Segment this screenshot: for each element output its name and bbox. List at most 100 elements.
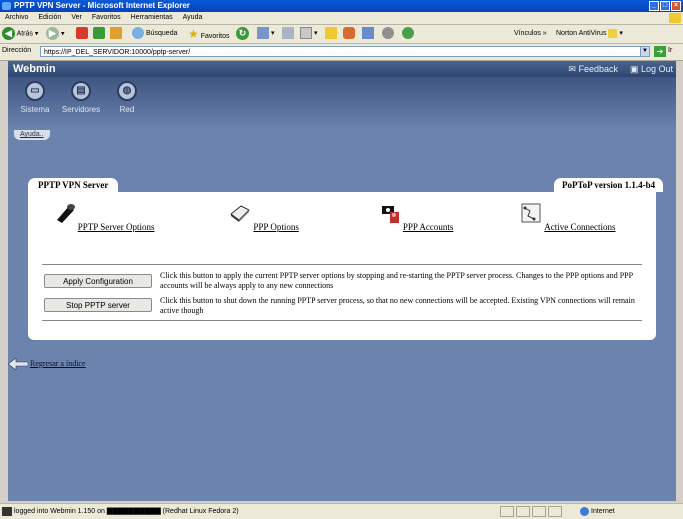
home-button[interactable] <box>110 27 122 41</box>
star-icon: ★ <box>188 27 199 41</box>
active-connections-icon <box>521 203 541 223</box>
favorites-label: Favoritos <box>200 33 230 40</box>
menu-archivo[interactable]: Archivo <box>0 12 33 24</box>
stop-button[interactable] <box>76 27 88 41</box>
media-icon <box>362 27 374 40</box>
ppp-options-link[interactable]: PPP Options <box>204 202 324 232</box>
back-label: Atrás <box>16 30 33 38</box>
window-title-bar: PPTP VPN Server - Microsoft Internet Exp… <box>0 0 683 12</box>
menu-edicion[interactable]: Edición <box>33 12 66 24</box>
active-connections-link[interactable]: Active Connections <box>508 202 628 232</box>
forward-arrow-icon: ▶ <box>46 27 59 40</box>
address-bar: Dirección https://IP_DEL_SERVIDOR:10000/… <box>0 44 683 61</box>
history-button[interactable]: ↻ <box>236 27 249 41</box>
close-button[interactable]: × <box>671 1 681 11</box>
version-tab: PoPToP version 1.1.4-b4 <box>554 178 664 192</box>
antivirus-label: Norton AntiVirus <box>556 30 607 37</box>
option-label: PPP Accounts <box>402 222 454 232</box>
browser-toolbar: ◀ Atrás ▾ ▶ ▾ Búsqueda ★ Favoritos ↻ ▾ ▾… <box>0 25 683 44</box>
minimize-button[interactable]: _ <box>649 1 659 11</box>
print-button[interactable] <box>282 27 294 41</box>
home-icon <box>110 27 122 40</box>
menu-favoritos[interactable]: Favoritos <box>87 12 126 24</box>
network-globe-icon: ◍ <box>117 81 137 101</box>
stop-icon <box>76 27 88 40</box>
search-icon <box>132 27 144 40</box>
favorites-button[interactable]: ★ Favoritos <box>188 27 230 41</box>
webmin-logo: Webmin <box>13 63 56 75</box>
back-arrow-icon <box>8 358 28 370</box>
messenger-button[interactable] <box>343 27 355 41</box>
help-link[interactable]: Ayuda.. <box>14 130 50 140</box>
menu-herramientas[interactable]: Herramientas <box>126 12 178 24</box>
page-content: Webmin ✉ Feedback ▣ Log Out ▭ Sistema ▤ … <box>8 61 676 501</box>
window-title: PPTP VPN Server - Microsoft Internet Exp… <box>14 1 190 10</box>
apply-configuration-description: Click this button to apply the current P… <box>160 271 633 290</box>
antivirus-button[interactable]: Norton AntiVirus ▾ <box>556 27 623 41</box>
server-options-icon <box>53 202 76 224</box>
tools-button[interactable] <box>382 27 394 41</box>
messenger-icon <box>343 27 355 40</box>
option-label: PPTP Server Options <box>77 222 155 232</box>
folder-icon <box>325 27 337 40</box>
category-label: Red <box>119 105 135 114</box>
servers-icon: ▤ <box>71 81 91 101</box>
refresh-button[interactable] <box>93 27 105 41</box>
mail-button[interactable]: ▾ <box>257 27 274 41</box>
status-cells <box>500 506 562 517</box>
status-bar: logged into Webmin 1.150 on ▇▇▇▇▇▇▇▇▇▇ (… <box>0 503 683 519</box>
menu-bar: Archivo Edición Ver Favoritos Herramient… <box>0 12 683 25</box>
antivirus-icon <box>608 28 618 38</box>
search-button[interactable]: Búsqueda <box>132 27 177 41</box>
edit-icon <box>300 27 312 40</box>
apply-configuration-button[interactable]: Apply Configuration <box>44 274 152 288</box>
ppp-options-icon <box>230 205 251 222</box>
category-red[interactable]: ◍ Red <box>100 81 154 114</box>
category-bar: ▭ Sistema ▤ Servidores ◍ Red <box>8 77 676 130</box>
menu-ver[interactable]: Ver <box>66 12 87 24</box>
feedback-link[interactable]: ✉ Feedback <box>568 64 618 75</box>
security-zone: Internet <box>580 504 615 519</box>
ppp-accounts-link[interactable]: PPP Accounts <box>356 202 476 232</box>
edit-button[interactable]: ▾ <box>300 27 317 41</box>
divider <box>42 264 642 265</box>
address-label: Dirección <box>2 47 32 54</box>
back-button[interactable]: ◀ Atrás ▾ <box>2 27 38 41</box>
option-label: PPP Options <box>253 222 299 232</box>
webmin-header: Webmin ✉ Feedback ▣ Log Out <box>8 61 676 77</box>
category-label: Servidores <box>61 105 101 114</box>
logout-link[interactable]: ▣ Log Out <box>630 64 673 75</box>
menu-ayuda[interactable]: Ayuda <box>178 12 208 24</box>
links-label: Vínculos <box>514 30 541 37</box>
back-arrow-icon: ◀ <box>2 27 15 40</box>
go-button[interactable]: ➔ <box>654 46 666 57</box>
mail-icon <box>257 27 269 40</box>
zone-label: Internet <box>591 508 615 515</box>
network-button[interactable] <box>402 27 414 41</box>
forward-button[interactable]: ▶ ▾ <box>46 27 64 41</box>
folder-button[interactable] <box>325 27 337 41</box>
module-title-tab: PPTP VPN Server <box>28 178 119 192</box>
status-login: logged into Webmin 1.150 on <box>14 508 105 515</box>
pptp-server-options-link[interactable]: PPTP Server Options <box>44 202 164 232</box>
windows-logo-icon <box>669 13 681 23</box>
address-dropdown-button[interactable]: ▼ <box>640 46 650 57</box>
print-icon <box>282 27 294 40</box>
address-input[interactable]: https://IP_DEL_SERVIDOR:10000/pptp-serve… <box>40 46 645 57</box>
refresh-icon <box>93 27 105 40</box>
ppp-accounts-icon <box>381 206 399 223</box>
links-button[interactable]: Vínculos » <box>514 27 547 41</box>
page-status-icon <box>2 507 12 516</box>
back-link-label: Regresar a índice <box>30 359 86 368</box>
stop-pptp-server-description: Click this button to shut down the runni… <box>160 296 635 315</box>
status-os: (Redhat Linux Fedora 2) <box>162 508 239 515</box>
network-icon <box>402 27 414 40</box>
maximize-button[interactable]: □ <box>660 1 670 11</box>
module-panel: PPTP Server Options PPP Options PPP Acco… <box>28 192 656 340</box>
divider <box>42 320 642 321</box>
logout-label: Log Out <box>640 64 673 74</box>
media-button[interactable] <box>362 27 374 41</box>
feedback-label: Feedback <box>578 64 618 74</box>
stop-pptp-server-button[interactable]: Stop PPTP server <box>44 298 152 312</box>
option-label: Active Connections <box>544 222 616 232</box>
